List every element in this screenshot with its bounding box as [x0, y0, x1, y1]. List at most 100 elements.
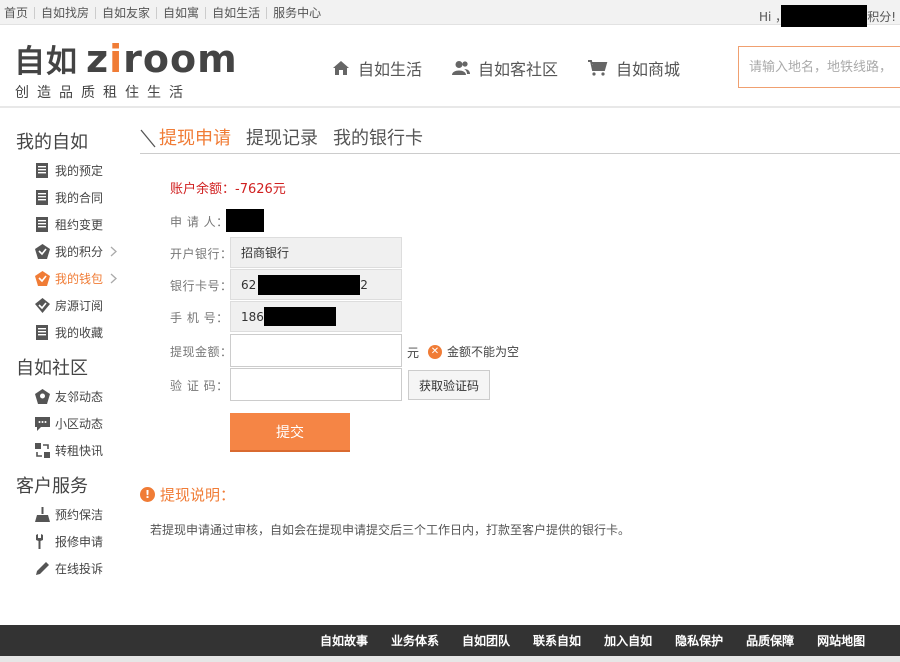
- document-icon: [34, 163, 50, 179]
- sidebar-item-label: 我的积分: [55, 245, 104, 259]
- top-link-youjia[interactable]: 自如友家: [96, 6, 158, 19]
- sidebar-item-community-updates[interactable]: 小区动态: [16, 410, 134, 437]
- withdraw-notes-text: 若提现申请通过审核，自如会在提现申请提交后三个工作日内，打款至客户提供的银行卡。: [150, 523, 631, 537]
- chevron-right-icon: [110, 273, 117, 284]
- sidebar-item-label: 友邻动态: [55, 390, 104, 404]
- sidebar-item-label: 租约变更: [55, 218, 104, 232]
- site-footer: 自如故事 业务体系 自如团队 联系自如 加入自如 隐私保护 品质保障 网站地图: [0, 625, 900, 662]
- footer-link-story[interactable]: 自如故事: [320, 632, 368, 649]
- top-link-find-house[interactable]: 自如找房: [35, 6, 97, 19]
- wallet-tabs: 提现申请 提现记录 我的银行卡: [140, 122, 900, 154]
- logo-en-z: z: [86, 37, 110, 81]
- account-balance: 账户余额：-7626元: [170, 182, 286, 197]
- sidebar-item-my-points[interactable]: 我的积分: [16, 238, 134, 265]
- sidebar-item-online-complaint[interactable]: 在线投诉: [16, 555, 134, 582]
- phone-prefix: 186: [241, 309, 264, 324]
- amount-error-text: 金额不能为空: [447, 345, 520, 359]
- ziroom-logo[interactable]: 自如 ziroom 创造品质租住生活: [14, 36, 238, 102]
- sidebar-item-label: 预约保洁: [55, 508, 104, 522]
- nav-mall[interactable]: 自如商城: [588, 56, 680, 80]
- top-link-life[interactable]: 自如生活: [206, 6, 268, 19]
- sidebar-item-label: 我的钱包: [55, 272, 104, 286]
- redacted-phone-number: [263, 307, 336, 326]
- nav-life-label: 自如生活: [358, 60, 423, 79]
- sidebar-item-my-favorites[interactable]: 我的收藏: [16, 319, 134, 346]
- footer-link-contact[interactable]: 联系自如: [533, 632, 581, 649]
- broom-icon: [34, 507, 50, 523]
- footer-bottom-strip: [0, 656, 900, 662]
- sidebar-item-repair-request[interactable]: 报修申请: [16, 528, 134, 555]
- site-header: 自如 ziroom 创造品质租住生活 自如生活 自如客社区 自如商城: [0, 26, 900, 108]
- phone-label: 手 机 号：: [170, 311, 229, 325]
- sidebar-item-label: 在线投诉: [55, 562, 104, 576]
- nav-life[interactable]: 自如生活: [332, 56, 422, 80]
- card-number-value: 62 2: [230, 269, 402, 300]
- top-nav: 首页 自如找房 自如友家 自如寓 自如生活 服务中心: [0, 0, 327, 25]
- error-icon: ✕: [428, 344, 442, 359]
- verification-code-input[interactable]: [231, 369, 401, 400]
- footer-link-sitemap[interactable]: 网站地图: [817, 632, 865, 649]
- user-greeting: Hi ， 积分!: [759, 5, 896, 27]
- phone-value: 186: [230, 301, 402, 332]
- bank-value-text: 招商银行: [241, 245, 290, 260]
- amount-input[interactable]: [231, 335, 401, 366]
- bank-label: 开户银行：: [170, 247, 233, 261]
- sublet-icon: [34, 443, 50, 459]
- points-icon: [34, 244, 50, 260]
- footer-link-business[interactable]: 业务体系: [391, 632, 439, 649]
- document-icon: [34, 217, 50, 233]
- card-number-suffix: 2: [360, 277, 368, 292]
- footer-link-join[interactable]: 加入自如: [604, 632, 652, 649]
- card-number-label: 银行卡号：: [170, 279, 233, 293]
- wrench-icon: [34, 534, 50, 550]
- bank-value: 招商银行: [230, 237, 402, 268]
- sidebar-item-sublet-news[interactable]: 转租快讯: [16, 437, 134, 464]
- sidebar-item-my-wallet[interactable]: 我的钱包: [16, 265, 134, 292]
- logo-en-room: room: [123, 37, 238, 81]
- get-verification-code-button[interactable]: 获取验证码: [408, 370, 490, 400]
- sidebar-item-my-reservations[interactable]: 我的预定: [16, 157, 134, 184]
- tab-withdraw-request[interactable]: 提现申请: [159, 124, 231, 150]
- submit-button[interactable]: 提交: [230, 413, 350, 450]
- search-box: [738, 46, 900, 88]
- sidebar-title-customer-service: 客户服务: [16, 476, 88, 497]
- top-link-ziroom-apartment[interactable]: 自如寓: [157, 6, 207, 19]
- subscribe-icon: [34, 298, 50, 314]
- sidebar-item-book-cleaning[interactable]: 预约保洁: [16, 501, 134, 528]
- top-link-home[interactable]: 首页: [0, 6, 36, 19]
- sidebar-item-listing-subscription[interactable]: 房源订阅: [16, 292, 134, 319]
- tab-my-bank-cards[interactable]: 我的银行卡: [333, 124, 423, 150]
- sidebar-item-label: 我的合同: [55, 191, 104, 205]
- sidebar-item-lease-change[interactable]: 租约变更: [16, 211, 134, 238]
- sidebar-title-community: 自如社区: [16, 358, 88, 379]
- pen-icon: [34, 561, 50, 577]
- document-icon: [34, 325, 50, 341]
- logo-slogan: 创造品质租住生活: [15, 85, 191, 101]
- logo-cn: 自如: [14, 44, 78, 80]
- top-link-service-center[interactable]: 服务中心: [267, 7, 327, 19]
- withdraw-notes-heading: ! 提现说明：: [140, 484, 235, 505]
- tab-divider-slash-icon: [140, 129, 156, 148]
- tab-withdraw-records[interactable]: 提现记录: [246, 124, 318, 150]
- sidebar-item-my-contracts[interactable]: 我的合同: [16, 184, 134, 211]
- footer-link-privacy[interactable]: 隐私保护: [675, 632, 723, 649]
- sidebar-item-label: 房源订阅: [55, 299, 104, 313]
- sidebar: 我的自如 我的预定 我的合同 租约变更 我的积分 我的钱包 房源订阅 我的收藏 …: [16, 128, 134, 582]
- search-input[interactable]: [739, 47, 900, 87]
- users-icon: [452, 61, 471, 75]
- sidebar-item-neighbor-updates[interactable]: 友邻动态: [16, 383, 134, 410]
- nav-community[interactable]: 自如客社区: [452, 56, 558, 80]
- verification-code-field: [230, 368, 402, 401]
- home-icon: [333, 61, 349, 75]
- greeting-suffix: 积分!: [867, 9, 896, 24]
- footer-link-team[interactable]: 自如团队: [462, 632, 510, 649]
- footer-link-quality[interactable]: 品质保障: [746, 632, 794, 649]
- amount-field: [230, 334, 402, 367]
- wallet-icon: [34, 271, 50, 287]
- logo-wordmark: 自如 ziroom: [14, 36, 238, 81]
- card-number-prefix: 62: [241, 277, 257, 292]
- sidebar-item-label: 报修申请: [55, 535, 104, 549]
- amount-label: 提现金额：: [170, 345, 233, 359]
- verification-code-label: 验 证 码：: [170, 379, 229, 393]
- redacted-applicant-name: [226, 209, 264, 232]
